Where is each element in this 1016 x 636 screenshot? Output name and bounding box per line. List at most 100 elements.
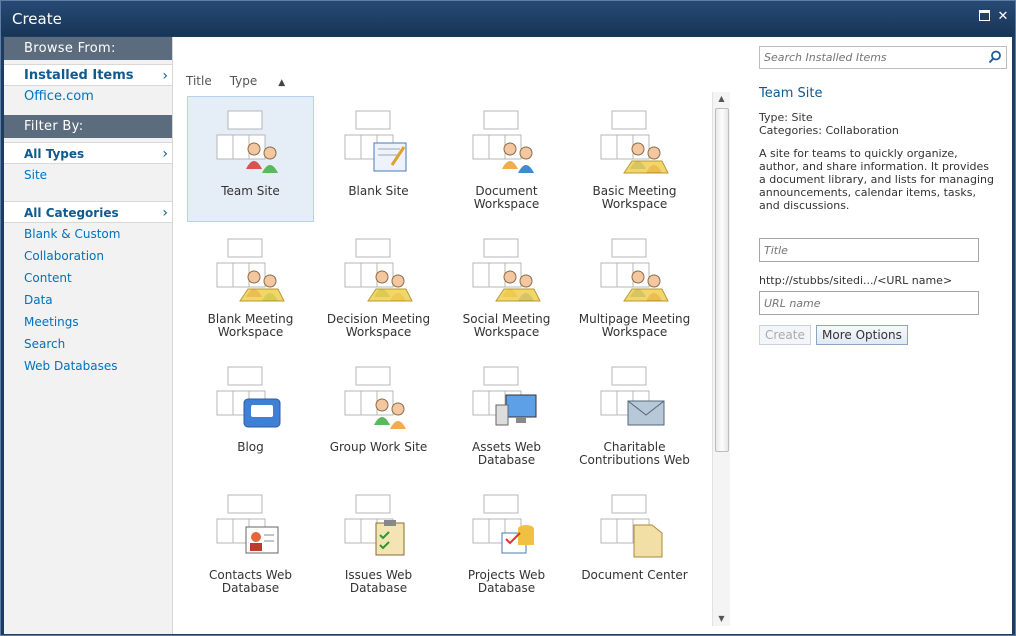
template-tile-label: Document Center xyxy=(581,568,688,582)
nav-item-meetings[interactable]: Meetings xyxy=(4,311,172,333)
blog-icon xyxy=(216,366,281,428)
scroll-up-icon[interactable]: ▲ xyxy=(713,92,730,106)
nav-item-web-databases[interactable]: Web Databases xyxy=(4,355,172,377)
nav-item-office-com[interactable]: Office.com xyxy=(4,86,172,108)
template-tile[interactable]: Social Meeting Workspace xyxy=(443,224,570,350)
template-tile[interactable]: Document Center xyxy=(571,480,698,606)
template-description: A site for teams to quickly organize, au… xyxy=(759,147,994,212)
chevron-right-icon: › xyxy=(162,146,168,162)
template-tile-label: Issues Web Database xyxy=(344,568,413,595)
scroll-down-icon[interactable]: ▼ xyxy=(713,612,730,626)
left-nav: Browse From: Installed Items › Office.co… xyxy=(4,37,173,634)
team-site-icon xyxy=(216,110,278,173)
social-meeting-workspace-icon xyxy=(472,238,541,302)
gallery-scrollbar[interactable]: ▲ ▼ xyxy=(712,92,730,626)
contacts-web-database-icon xyxy=(216,494,279,554)
template-tile[interactable]: Basic Meeting Workspace xyxy=(571,96,698,222)
sort-bar: Title Type ▲ xyxy=(186,74,321,88)
template-tile-label: Contacts Web Database xyxy=(209,568,292,595)
nav-item-data[interactable]: Data xyxy=(4,289,172,311)
template-categories: Categories: Collaboration xyxy=(759,124,899,137)
sort-by-type-label: Type xyxy=(229,74,258,88)
filter-by-header: Filter By: xyxy=(4,115,172,138)
basic-meeting-workspace-icon xyxy=(600,110,669,174)
template-tile-label: Blank Meeting Workspace xyxy=(207,312,294,339)
template-tile[interactable]: Blog xyxy=(187,352,314,478)
nav-item-all-types[interactable]: All Types › xyxy=(4,142,172,164)
sort-ascending-icon: ▲ xyxy=(278,78,286,88)
url-prefix: http://stubbs/sitedi.../<URL name> xyxy=(759,274,953,287)
url-field xyxy=(759,291,979,315)
dialog-body: Browse From: Installed Items › Office.co… xyxy=(4,37,1012,634)
nav-item-blank-custom[interactable]: Blank & Custom xyxy=(4,223,172,245)
group-work-site-icon xyxy=(344,366,406,429)
nav-item-label: All Categories xyxy=(24,206,119,220)
nav-item-content[interactable]: Content xyxy=(4,267,172,289)
chevron-right-icon: › xyxy=(162,205,168,221)
template-tile[interactable]: Group Work Site xyxy=(315,352,442,478)
document-center-icon xyxy=(600,494,663,558)
template-tile[interactable]: Document Workspace xyxy=(443,96,570,222)
search-input[interactable] xyxy=(760,47,980,68)
template-tile-label: Blank Site xyxy=(348,184,409,198)
close-icon[interactable]: ✕ xyxy=(996,10,1010,24)
template-tile-label: Multipage Meeting Workspace xyxy=(578,312,691,339)
create-dialog: Create ✕ Browse From: Installed Items › … xyxy=(0,0,1016,636)
nav-item-label: Installed Items xyxy=(24,68,134,83)
template-tile[interactable]: Assets Web Database xyxy=(443,352,570,478)
nav-item-label: Search xyxy=(24,337,66,351)
template-tile[interactable]: Team Site xyxy=(187,96,314,222)
template-tile-label: Decision Meeting Workspace xyxy=(326,312,431,339)
document-workspace-icon xyxy=(472,110,534,173)
nav-item-label: Blank & Custom xyxy=(24,227,121,241)
nav-item-label: Site xyxy=(24,168,48,182)
projects-web-database-icon xyxy=(472,494,534,554)
nav-item-label: Office.com xyxy=(24,89,94,104)
template-meta: Type: Site Categories: Collaboration xyxy=(759,111,899,137)
template-tile[interactable]: Blank Site xyxy=(315,96,442,222)
search-icon[interactable] xyxy=(988,50,1002,67)
nav-item-label: Meetings xyxy=(24,315,79,329)
nav-item-all-categories[interactable]: All Categories › xyxy=(4,201,172,223)
template-tile[interactable]: Contacts Web Database xyxy=(187,480,314,606)
multipage-meeting-workspace-icon xyxy=(600,238,669,302)
template-tile-label: Team Site xyxy=(221,184,280,198)
scrollbar-thumb[interactable] xyxy=(715,108,729,452)
nav-item-label: All Types xyxy=(24,147,85,161)
sort-by-title[interactable]: Title xyxy=(186,74,212,88)
nav-item-installed-items[interactable]: Installed Items › xyxy=(4,64,172,86)
chevron-right-icon: › xyxy=(162,68,168,84)
browse-from-header: Browse From: xyxy=(4,37,172,60)
template-tile[interactable]: Blank Meeting Workspace xyxy=(187,224,314,350)
title-field xyxy=(759,238,979,262)
nav-item-collaboration[interactable]: Collaboration xyxy=(4,245,172,267)
template-tile-label: Projects Web Database xyxy=(467,568,546,595)
nav-item-label: Web Databases xyxy=(24,359,118,373)
template-tile[interactable]: Projects Web Database xyxy=(443,480,570,606)
sort-by-type[interactable]: Type ▲ xyxy=(230,74,303,88)
title-input[interactable] xyxy=(760,239,974,261)
url-name-input[interactable] xyxy=(760,292,974,314)
template-tile-label: Document Workspace xyxy=(473,184,540,211)
template-tile-label: Charitable Contributions Web xyxy=(579,440,690,467)
create-button[interactable]: Create xyxy=(759,325,811,345)
dialog-title: Create xyxy=(12,10,62,28)
template-tile[interactable]: Decision Meeting Workspace xyxy=(315,224,442,350)
template-type: Type: Site xyxy=(759,111,813,124)
maximize-icon[interactable] xyxy=(977,10,991,24)
assets-web-database-icon xyxy=(472,366,537,426)
more-options-button[interactable]: More Options xyxy=(816,325,908,345)
decision-meeting-workspace-icon xyxy=(344,238,413,302)
selected-template-title: Team Site xyxy=(759,86,823,101)
nav-item-label: Data xyxy=(24,293,53,307)
search-box xyxy=(759,46,1007,69)
template-tile[interactable]: Issues Web Database xyxy=(315,480,442,606)
template-tile-label: Social Meeting Workspace xyxy=(462,312,551,339)
blank-meeting-workspace-icon xyxy=(216,238,285,302)
issues-web-database-icon xyxy=(344,494,405,556)
nav-item-site[interactable]: Site xyxy=(4,164,172,186)
template-tile[interactable]: Charitable Contributions Web xyxy=(571,352,698,478)
nav-item-search[interactable]: Search xyxy=(4,333,172,355)
template-tile[interactable]: Multipage Meeting Workspace xyxy=(571,224,698,350)
template-tile-label: Assets Web Database xyxy=(471,440,542,467)
